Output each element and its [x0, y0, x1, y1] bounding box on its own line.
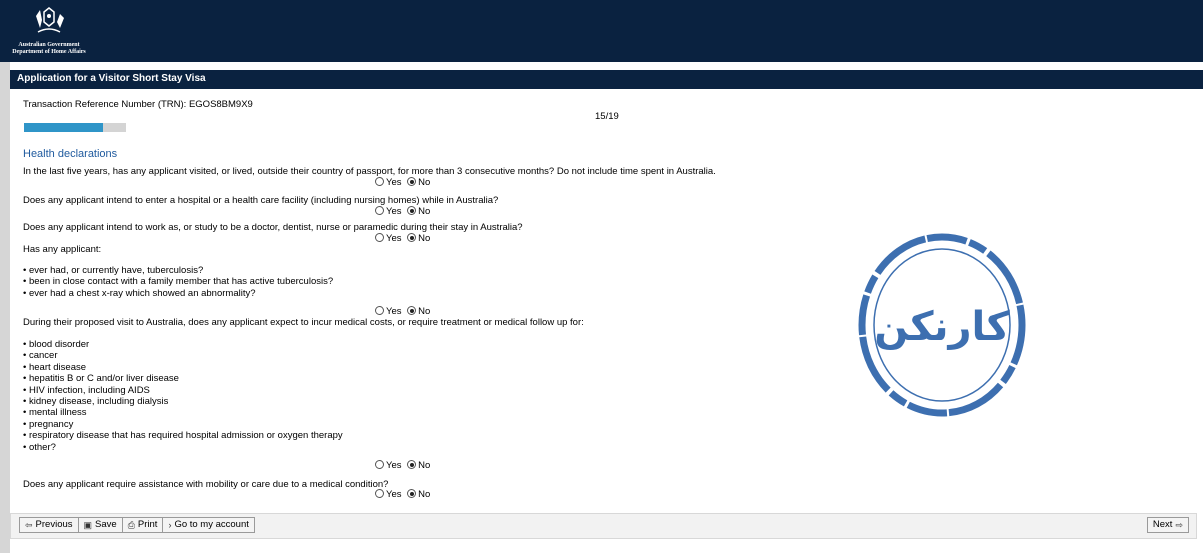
left-rail	[0, 62, 10, 553]
radio-button-selected[interactable]	[407, 177, 417, 186]
account-label: Go to my account	[174, 519, 249, 530]
radio-button-selected[interactable]	[407, 460, 417, 469]
radio-no[interactable]: No	[407, 489, 430, 500]
question-text: Has any applicant:	[23, 244, 102, 255]
crest-icon	[36, 7, 64, 33]
radio-group: Yes No	[375, 489, 433, 500]
list-item: respiratory disease that has required ho…	[23, 430, 343, 441]
radio-label: No	[418, 177, 431, 188]
list-item: kidney disease, including dialysis	[23, 396, 343, 407]
radio-group: Yes No	[375, 177, 433, 188]
radio-group: Yes No	[375, 206, 433, 217]
next-label: Next	[1152, 519, 1173, 530]
page-title: Application for a Visitor Short Stay Vis…	[17, 73, 206, 84]
radio-no[interactable]: No	[407, 177, 430, 188]
save-button[interactable]: ▣ Save	[77, 517, 123, 533]
radio-label: No	[418, 306, 431, 317]
radio-yes[interactable]: Yes	[375, 177, 402, 188]
previous-label: Previous	[35, 519, 73, 530]
radio-no[interactable]: No	[407, 460, 430, 471]
bullet-list: ever had, or currently have, tuberculosi…	[23, 265, 333, 299]
gov-logo: Australian Government Department of Home…	[8, 6, 90, 60]
radio-label: Yes	[386, 206, 402, 217]
save-label: Save	[95, 519, 117, 530]
print-icon: ⎙	[127, 520, 135, 530]
radio-no[interactable]: No	[407, 306, 430, 317]
previous-button[interactable]: ⇦ Previous	[19, 517, 79, 533]
top-banner: Australian Government Department of Home…	[0, 0, 1203, 62]
print-label: Print	[137, 519, 158, 530]
radio-button[interactable]	[375, 306, 384, 315]
radio-group: Yes No	[375, 233, 433, 244]
radio-button[interactable]	[375, 460, 384, 469]
watermark-stamp: کارنکن	[858, 233, 1026, 417]
footer-button-group: ⇦ Previous ▣ Save ⎙ Print › Go to my account	[19, 517, 255, 533]
go-to-account-button[interactable]: › Go to my account	[162, 517, 255, 533]
radio-label: Yes	[386, 489, 402, 500]
list-item: pregnancy	[23, 419, 343, 430]
radio-yes[interactable]: Yes	[375, 489, 402, 500]
save-icon: ▣	[83, 520, 93, 530]
list-item: cancer	[23, 350, 343, 361]
page-counter: 15/19	[595, 111, 619, 122]
question-text: Does any applicant intend to work as, or…	[23, 222, 523, 233]
radio-button-selected[interactable]	[407, 306, 417, 315]
list-item: hepatitis B or C and/or liver disease	[23, 373, 343, 384]
next-button[interactable]: Next ⇨	[1146, 517, 1189, 533]
radio-group: Yes No	[375, 460, 433, 471]
radio-yes[interactable]: Yes	[375, 233, 402, 244]
list-item: been in close contact with a family memb…	[23, 276, 333, 287]
radio-label: No	[418, 489, 431, 500]
radio-button-selected[interactable]	[407, 489, 417, 498]
previous-icon: ⇦	[25, 520, 33, 530]
question-text: Does any applicant intend to enter a hos…	[23, 195, 499, 206]
list-item: ever had a chest x-ray which showed an a…	[23, 288, 333, 299]
question-text: Does any applicant require assistance wi…	[23, 479, 389, 490]
next-icon: ⇨	[1175, 520, 1183, 530]
radio-label: No	[418, 233, 431, 244]
radio-button[interactable]	[375, 233, 384, 242]
radio-label: Yes	[386, 233, 402, 244]
footer-bar: ⇦ Previous ▣ Save ⎙ Print › Go to my account…	[10, 513, 1197, 539]
account-arrow-icon: ›	[168, 520, 172, 530]
radio-button-selected[interactable]	[407, 206, 417, 215]
radio-button[interactable]	[375, 489, 384, 498]
gov-line1: Australian Government	[18, 42, 80, 48]
progress-bar	[24, 123, 126, 132]
list-item: other?	[23, 442, 343, 453]
bullet-list: blood disorder cancer heart disease hepa…	[23, 339, 343, 453]
title-bar: Application for a Visitor Short Stay Vis…	[10, 70, 1203, 89]
question-text: During their proposed visit to Australia…	[23, 317, 584, 328]
print-button[interactable]: ⎙ Print	[121, 517, 164, 533]
radio-no[interactable]: No	[407, 233, 430, 244]
radio-yes[interactable]: Yes	[375, 460, 402, 471]
gov-name: Australian Government Department of Home…	[8, 42, 90, 56]
radio-label: Yes	[386, 306, 402, 317]
radio-label: No	[418, 460, 431, 471]
list-item: heart disease	[23, 362, 343, 373]
question-text: In the last five years, has any applican…	[23, 166, 716, 177]
radio-button[interactable]	[375, 206, 384, 215]
gov-line2: Department of Home Affairs	[12, 49, 86, 55]
radio-yes[interactable]: Yes	[375, 206, 402, 217]
progress-fill	[24, 123, 103, 132]
radio-group: Yes No	[375, 306, 433, 317]
list-item: ever had, or currently have, tuberculosi…	[23, 265, 333, 276]
trn-label: Transaction Reference Number (TRN): EGOS…	[23, 99, 253, 110]
radio-label: No	[418, 206, 431, 217]
radio-label: Yes	[386, 460, 402, 471]
radio-label: Yes	[386, 177, 402, 188]
watermark-text: کارنکن	[874, 304, 1010, 350]
list-item: mental illness	[23, 407, 343, 418]
radio-no[interactable]: No	[407, 206, 430, 217]
list-item: HIV infection, including AIDS	[23, 385, 343, 396]
radio-button-selected[interactable]	[407, 233, 417, 242]
radio-yes[interactable]: Yes	[375, 306, 402, 317]
section-title: Health declarations	[23, 148, 118, 160]
radio-button[interactable]	[375, 177, 384, 186]
list-item: blood disorder	[23, 339, 343, 350]
